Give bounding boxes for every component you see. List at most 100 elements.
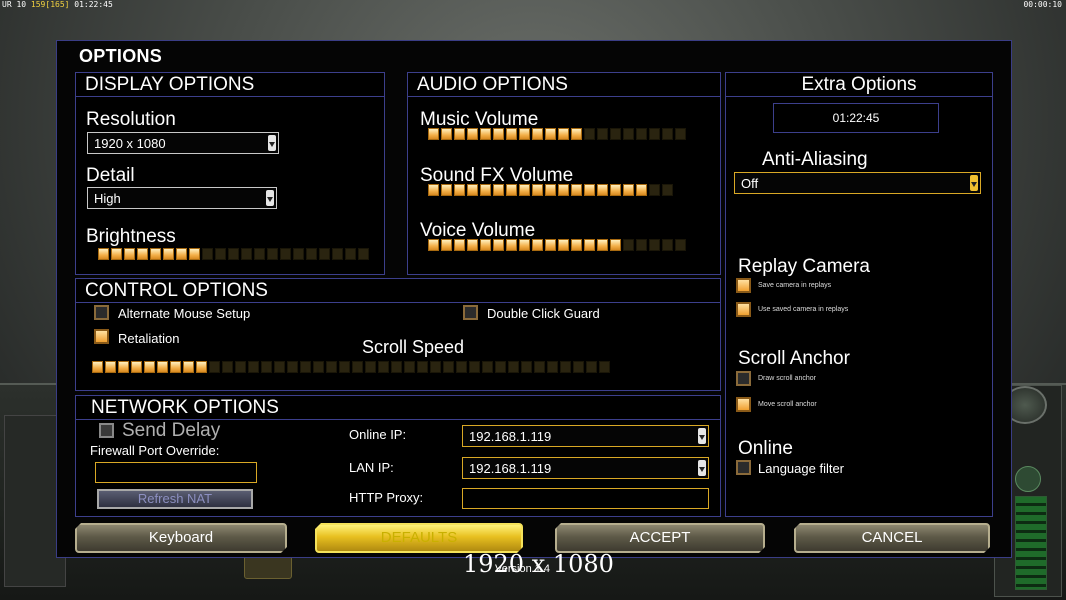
slider-segment[interactable]: [157, 361, 168, 373]
slider-segment[interactable]: [170, 361, 181, 373]
slider-segment[interactable]: [441, 184, 452, 196]
slider-segment[interactable]: [558, 128, 569, 140]
slider-segment[interactable]: [506, 239, 517, 251]
slider-segment[interactable]: [662, 128, 673, 140]
slider-segment[interactable]: [649, 128, 660, 140]
slider-segment[interactable]: [319, 248, 330, 260]
slider-segment[interactable]: [235, 361, 246, 373]
voice-volume-slider[interactable]: [428, 239, 686, 253]
slider-segment[interactable]: [493, 128, 504, 140]
slider-segment[interactable]: [454, 184, 465, 196]
slider-segment[interactable]: [196, 361, 207, 373]
chevron-down-icon[interactable]: [268, 135, 276, 151]
slider-segment[interactable]: [675, 128, 686, 140]
slider-segment[interactable]: [105, 361, 116, 373]
slider-segment[interactable]: [352, 361, 363, 373]
slider-segment[interactable]: [441, 128, 452, 140]
slider-segment[interactable]: [306, 248, 317, 260]
language-filter-checkbox[interactable]: [736, 460, 751, 475]
slider-segment[interactable]: [610, 128, 621, 140]
slider-segment[interactable]: [480, 128, 491, 140]
slider-segment[interactable]: [558, 184, 569, 196]
chevron-down-icon[interactable]: [698, 428, 706, 444]
scroll-speed-slider[interactable]: [92, 361, 610, 375]
slider-segment[interactable]: [495, 361, 506, 373]
slider-segment[interactable]: [480, 239, 491, 251]
slider-segment[interactable]: [300, 361, 311, 373]
slider-segment[interactable]: [378, 361, 389, 373]
slider-segment[interactable]: [248, 361, 259, 373]
slider-segment[interactable]: [131, 361, 142, 373]
slider-segment[interactable]: [313, 361, 324, 373]
draw-scroll-anchor-checkbox[interactable]: [736, 371, 751, 386]
slider-segment[interactable]: [571, 184, 582, 196]
slider-segment[interactable]: [623, 184, 634, 196]
slider-segment[interactable]: [623, 128, 634, 140]
slider-segment[interactable]: [493, 239, 504, 251]
slider-segment[interactable]: [454, 239, 465, 251]
slider-segment[interactable]: [293, 248, 304, 260]
slider-segment[interactable]: [662, 239, 673, 251]
anti-aliasing-dropdown[interactable]: Off: [734, 172, 981, 194]
slider-segment[interactable]: [358, 248, 369, 260]
move-scroll-anchor-checkbox[interactable]: [736, 397, 751, 412]
slider-segment[interactable]: [571, 239, 582, 251]
slider-segment[interactable]: [261, 361, 272, 373]
slider-segment[interactable]: [532, 128, 543, 140]
slider-segment[interactable]: [649, 239, 660, 251]
slider-segment[interactable]: [482, 361, 493, 373]
slider-segment[interactable]: [254, 248, 265, 260]
slider-segment[interactable]: [339, 361, 350, 373]
slider-segment[interactable]: [597, 184, 608, 196]
slider-segment[interactable]: [519, 239, 530, 251]
slider-segment[interactable]: [506, 128, 517, 140]
slider-segment[interactable]: [532, 184, 543, 196]
slider-segment[interactable]: [391, 361, 402, 373]
use-saved-camera-checkbox[interactable]: [736, 302, 751, 317]
slider-segment[interactable]: [454, 128, 465, 140]
send-delay-checkbox[interactable]: [99, 423, 114, 438]
slider-segment[interactable]: [144, 361, 155, 373]
slider-segment[interactable]: [584, 184, 595, 196]
slider-segment[interactable]: [456, 361, 467, 373]
slider-segment[interactable]: [545, 239, 556, 251]
slider-segment[interactable]: [326, 361, 337, 373]
slider-segment[interactable]: [467, 184, 478, 196]
slider-segment[interactable]: [675, 239, 686, 251]
slider-segment[interactable]: [287, 361, 298, 373]
brightness-slider[interactable]: [98, 248, 369, 262]
online-ip-dropdown[interactable]: 192.168.1.119: [462, 425, 709, 447]
slider-segment[interactable]: [267, 248, 278, 260]
slider-segment[interactable]: [202, 248, 213, 260]
slider-segment[interactable]: [636, 239, 647, 251]
slider-segment[interactable]: [469, 361, 480, 373]
slider-segment[interactable]: [534, 361, 545, 373]
music-volume-slider[interactable]: [428, 128, 686, 142]
slider-segment[interactable]: [183, 361, 194, 373]
lan-ip-dropdown[interactable]: 192.168.1.119: [462, 457, 709, 479]
slider-segment[interactable]: [508, 361, 519, 373]
slider-segment[interactable]: [610, 239, 621, 251]
slider-segment[interactable]: [519, 184, 530, 196]
slider-segment[interactable]: [280, 248, 291, 260]
slider-segment[interactable]: [493, 184, 504, 196]
slider-segment[interactable]: [209, 361, 220, 373]
slider-segment[interactable]: [443, 361, 454, 373]
alternate-mouse-checkbox[interactable]: [94, 305, 109, 320]
slider-segment[interactable]: [137, 248, 148, 260]
slider-segment[interactable]: [560, 361, 571, 373]
slider-segment[interactable]: [222, 361, 233, 373]
slider-segment[interactable]: [417, 361, 428, 373]
firewall-port-field[interactable]: [95, 462, 257, 483]
slider-segment[interactable]: [532, 239, 543, 251]
slider-segment[interactable]: [124, 248, 135, 260]
slider-segment[interactable]: [558, 239, 569, 251]
refresh-nat-button[interactable]: Refresh NAT: [97, 489, 253, 509]
slider-segment[interactable]: [571, 128, 582, 140]
slider-segment[interactable]: [649, 184, 660, 196]
slider-segment[interactable]: [467, 128, 478, 140]
slider-segment[interactable]: [519, 128, 530, 140]
slider-segment[interactable]: [610, 184, 621, 196]
slider-segment[interactable]: [430, 361, 441, 373]
slider-segment[interactable]: [623, 239, 634, 251]
